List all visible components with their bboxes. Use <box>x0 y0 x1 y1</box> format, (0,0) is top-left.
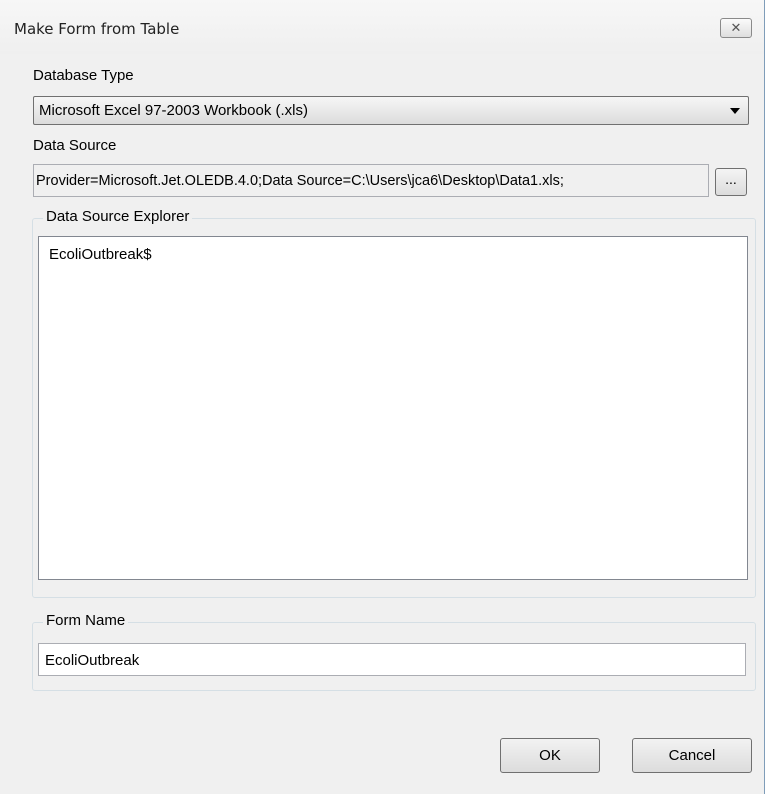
data-source-field[interactable]: Provider=Microsoft.Jet.OLEDB.4.0;Data So… <box>33 164 709 197</box>
make-form-dialog: Make Form from Table ✕ Database Type Mic… <box>0 0 765 794</box>
database-type-label: Database Type <box>33 67 134 84</box>
cancel-button[interactable]: Cancel <box>632 738 752 773</box>
form-name-value: EcoliOutbreak <box>45 652 140 669</box>
form-name-legend: Form Name <box>43 612 129 629</box>
close-button[interactable]: ✕ <box>720 18 752 38</box>
database-type-dropdown[interactable]: Microsoft Excel 97-2003 Workbook (.xls) <box>33 96 749 125</box>
data-source-explorer-list[interactable]: EcoliOutbreak$ <box>38 236 748 580</box>
browse-data-source-button[interactable]: ... <box>715 168 747 196</box>
close-icon: ✕ <box>730 20 742 35</box>
data-source-value: Provider=Microsoft.Jet.OLEDB.4.0;Data So… <box>36 173 564 189</box>
ok-button[interactable]: OK <box>500 738 600 773</box>
form-name-input[interactable]: EcoliOutbreak <box>38 643 746 676</box>
chevron-down-icon <box>730 108 740 114</box>
dialog-title: Make Form from Table <box>14 20 180 38</box>
data-source-label: Data Source <box>33 137 117 154</box>
database-type-value: Microsoft Excel 97-2003 Workbook (.xls) <box>39 102 308 119</box>
list-item[interactable]: EcoliOutbreak$ <box>49 246 152 263</box>
title-bar: Make Form from Table ✕ <box>0 0 764 54</box>
data-source-explorer-legend: Data Source Explorer <box>43 208 193 225</box>
